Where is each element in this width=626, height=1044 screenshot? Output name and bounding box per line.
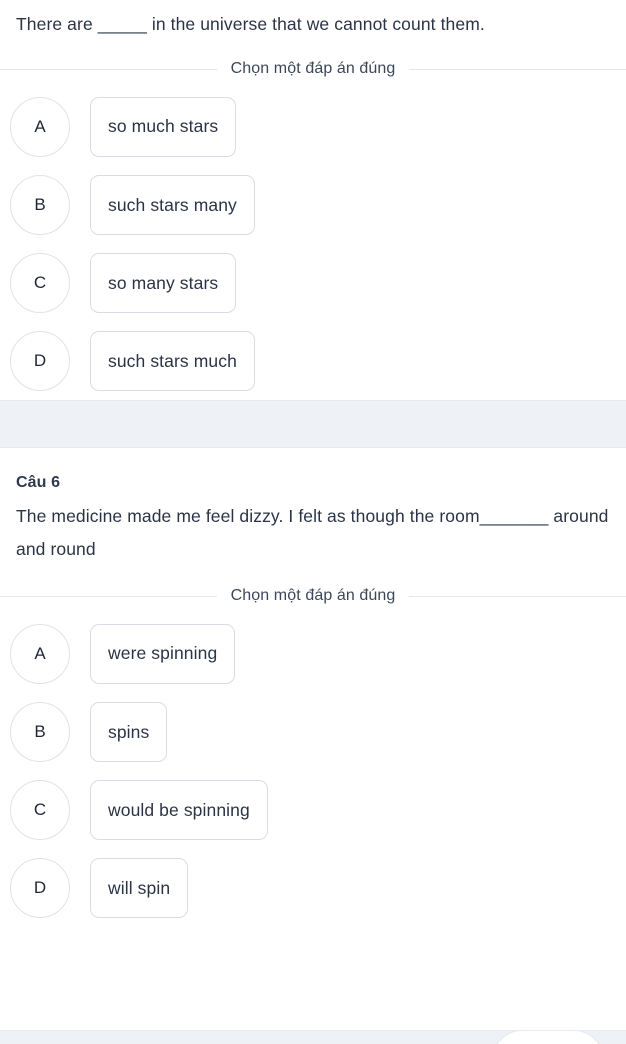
choose-answer-label: Chọn một đáp án đúng [230,587,396,604]
option-answer-c[interactable]: would be spinning [90,780,268,840]
bottom-bar [0,1030,626,1044]
divider-rule-right [409,68,626,70]
floating-action-button[interactable] [492,1031,604,1044]
option-letter-b[interactable]: B [10,175,70,235]
divider-rule-left [0,595,217,597]
question-number-label: Câu 6 [16,474,61,491]
option-answer-d[interactable]: such stars much [90,331,255,391]
option-letter-c[interactable]: C [10,780,70,840]
option-answer-b[interactable]: spins [90,702,168,762]
question-block-1: There are _____ in the universe that we … [0,0,626,400]
option-row-d[interactable]: D such stars much [0,322,626,400]
choose-answer-divider: Chọn một đáp án đúng [0,51,626,87]
option-letter-b[interactable]: B [10,702,70,762]
choose-answer-label: Chọn một đáp án đúng [230,60,396,77]
divider-rule-right [409,595,626,597]
option-letter-d[interactable]: D [10,858,70,918]
question-text: The medicine made me feel dizzy. I felt … [16,506,609,559]
question-text: There are _____ in the universe that we … [16,14,485,34]
option-row-a[interactable]: A so much stars [0,87,626,166]
option-answer-a[interactable]: so much stars [90,96,237,157]
options-list: A so much stars B such stars many C so m… [0,87,626,400]
option-answer-a[interactable]: were spinning [90,623,236,684]
option-row-a[interactable]: A were spinning [0,614,626,693]
option-row-c[interactable]: C would be spinning [0,771,626,849]
option-letter-c[interactable]: C [10,253,70,313]
option-answer-d[interactable]: will spin [90,858,189,918]
quiz-page: There are _____ in the universe that we … [0,0,626,1044]
option-row-b[interactable]: B spins [0,693,626,771]
option-answer-c[interactable]: so many stars [90,253,237,313]
option-letter-a[interactable]: A [10,623,70,684]
question-block-2: Câu 6 The medicine made me feel dizzy. I… [0,448,626,927]
question-separator-band [0,400,626,448]
choose-answer-divider: Chọn một đáp án đúng [0,578,626,614]
option-answer-b[interactable]: such stars many [90,175,255,235]
options-list: A were spinning B spins C would be spinn… [0,614,626,927]
divider-rule-left [0,68,217,70]
option-letter-a[interactable]: A [10,96,70,157]
option-row-d[interactable]: D will spin [0,849,626,927]
option-row-c[interactable]: C so many stars [0,244,626,322]
option-row-b[interactable]: B such stars many [0,166,626,244]
option-letter-d[interactable]: D [10,331,70,391]
